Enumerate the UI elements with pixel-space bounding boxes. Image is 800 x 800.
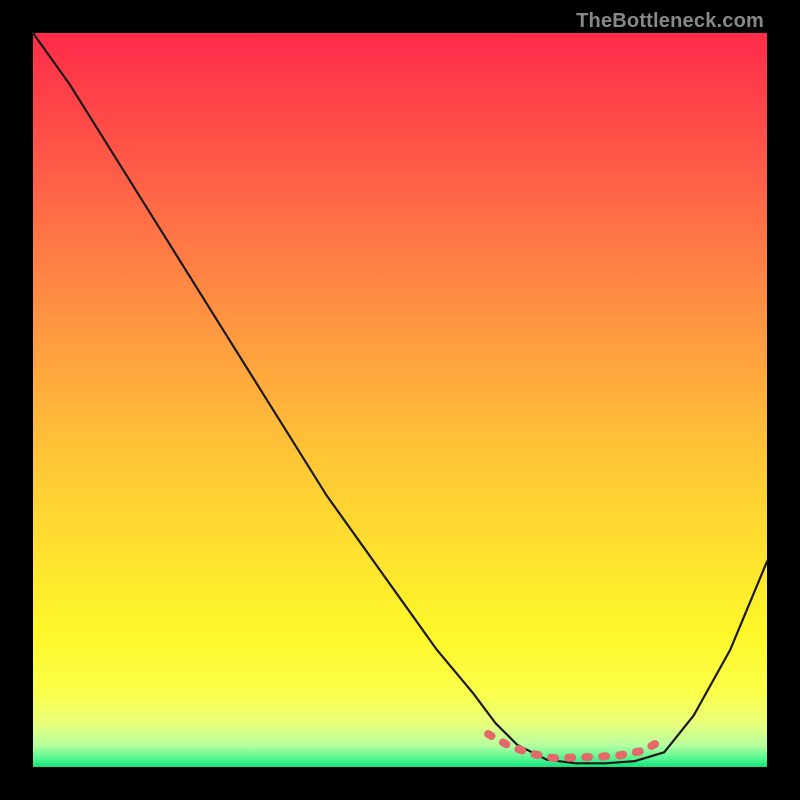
chart-wrapper: TheBottleneck.com bbox=[0, 0, 800, 800]
watermark-text: TheBottleneck.com bbox=[576, 10, 764, 33]
plot-area bbox=[33, 33, 767, 767]
chart-svg bbox=[33, 33, 767, 767]
optimal-range-dashes bbox=[488, 734, 664, 758]
bottleneck-curve-line bbox=[33, 33, 767, 763]
